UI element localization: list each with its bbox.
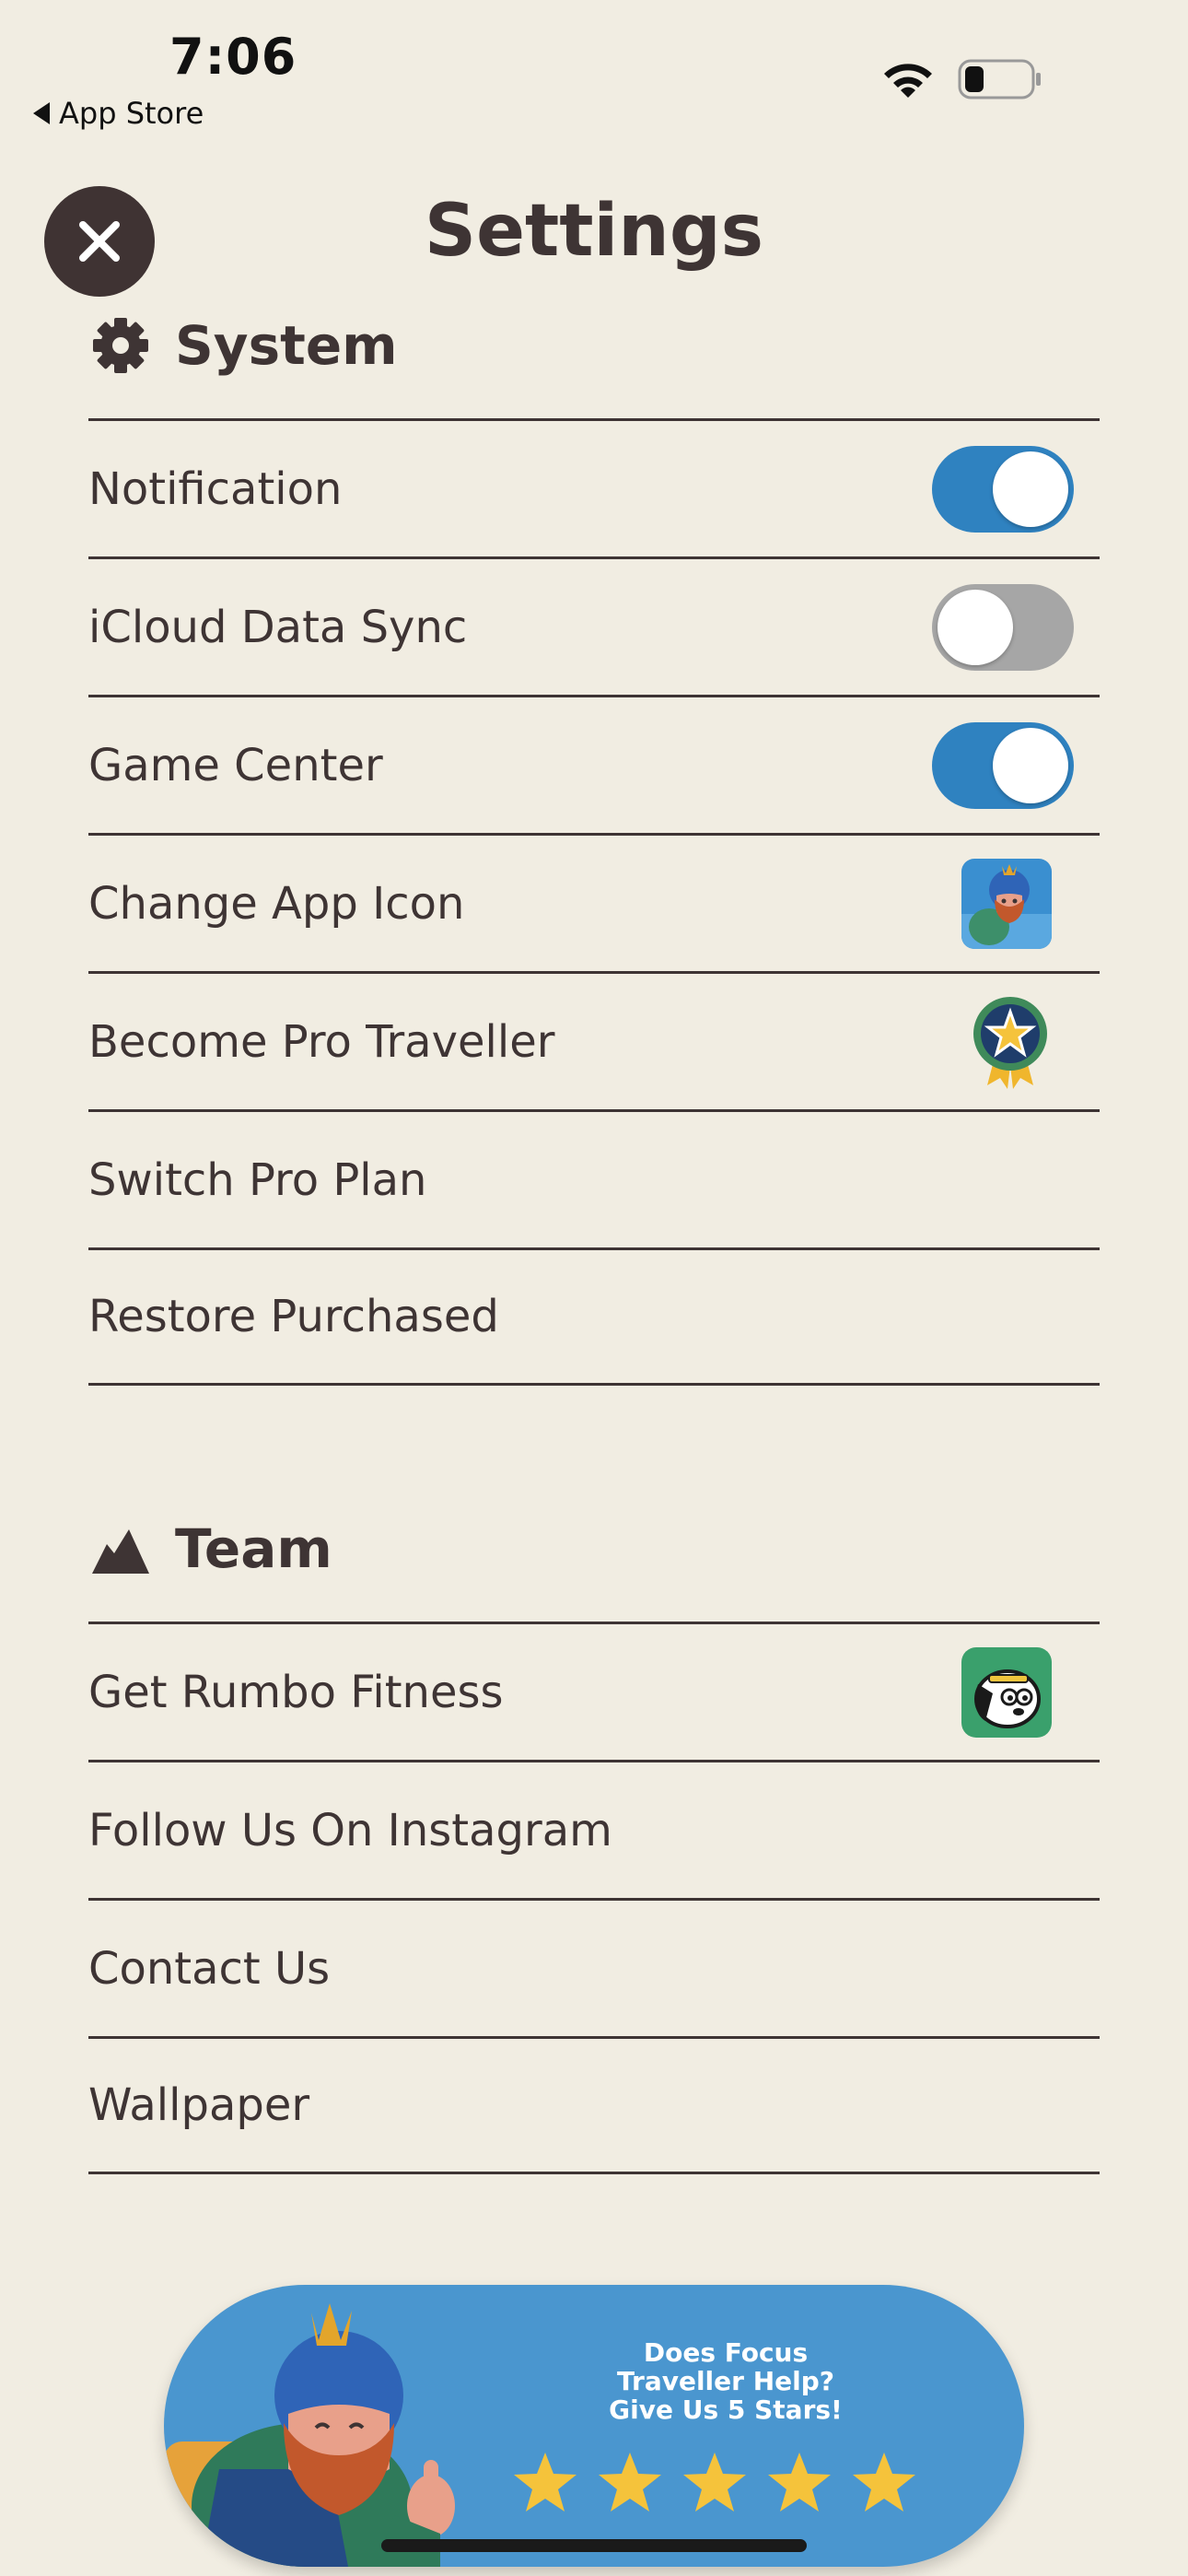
home-indicator[interactable] <box>381 2539 807 2552</box>
star-rating[interactable] <box>512 2449 917 2515</box>
page-title: Settings <box>424 190 764 273</box>
pro-badge-icon <box>973 996 1047 1089</box>
traveller-character-illustration <box>164 2303 455 2567</box>
team-label: Get Rumbo Fitness <box>88 1666 504 1718</box>
team-label: Contact Us <box>88 1942 331 1995</box>
team-label: Wallpaper <box>88 2079 310 2131</box>
team-label: Follow Us On Instagram <box>88 1804 612 1856</box>
rate-us-text: Does Focus Traveller Help? Give Us 5 Sta… <box>551 2338 901 2424</box>
wifi-icon <box>884 64 932 98</box>
rate-us-line-1: Does Focus <box>643 2337 809 2368</box>
setting-row-restore-purchased[interactable]: Restore Purchased <box>88 1247 1100 1386</box>
setting-label: Notification <box>88 463 343 515</box>
notification-toggle[interactable] <box>932 445 1074 533</box>
section-header-system: System <box>88 313 398 378</box>
back-label: App Store <box>59 96 204 131</box>
icloud-sync-toggle[interactable] <box>932 583 1074 671</box>
section-title-system: System <box>175 314 398 377</box>
star-icon[interactable] <box>681 2449 748 2515</box>
section-header-team: Team <box>88 1516 332 1581</box>
setting-label: Switch Pro Plan <box>88 1153 427 1206</box>
star-icon[interactable] <box>597 2449 663 2515</box>
game-center-toggle[interactable] <box>932 721 1074 809</box>
system-settings-list: Notification iCloud Data Sync Game Cente… <box>88 418 1100 1386</box>
battery-icon <box>958 59 1041 100</box>
team-row-instagram[interactable]: Follow Us On Instagram <box>88 1760 1100 1898</box>
setting-row-change-app-icon[interactable]: Change App Icon <box>88 833 1100 971</box>
setting-row-game-center[interactable]: Game Center <box>88 695 1100 833</box>
setting-label: Restore Purchased <box>88 1291 499 1342</box>
back-to-app-store[interactable]: App Store <box>33 96 204 131</box>
status-bar: 7:06 App Store <box>0 0 1188 138</box>
setting-row-notification[interactable]: Notification <box>88 418 1100 556</box>
setting-row-icloud-sync[interactable]: iCloud Data Sync <box>88 556 1100 695</box>
team-row-contact-us[interactable]: Contact Us <box>88 1898 1100 2036</box>
setting-label: Become Pro Traveller <box>88 1015 555 1068</box>
rumbo-app-icon <box>961 1646 1052 1738</box>
app-icon-thumbnail <box>961 858 1052 949</box>
rate-us-banner[interactable]: Does Focus Traveller Help? Give Us 5 Sta… <box>164 2285 1024 2567</box>
setting-row-switch-pro-plan[interactable]: Switch Pro Plan <box>88 1109 1100 1247</box>
setting-label: Game Center <box>88 739 383 791</box>
status-time: 7:06 <box>169 28 297 86</box>
team-row-wallpaper[interactable]: Wallpaper <box>88 2036 1100 2174</box>
team-list: Get Rumbo Fitness Follow Us On Instagram… <box>88 1622 1100 2174</box>
setting-label: iCloud Data Sync <box>88 601 468 653</box>
section-title-team: Team <box>175 1517 332 1580</box>
setting-label: Change App Icon <box>88 877 465 930</box>
setting-row-become-pro[interactable]: Become Pro Traveller <box>88 971 1100 1109</box>
team-row-rumbo-fitness[interactable]: Get Rumbo Fitness <box>88 1622 1100 1760</box>
back-arrow-icon <box>33 102 50 124</box>
rate-us-line-2: Traveller Help? <box>616 2366 835 2396</box>
rate-us-line-3: Give Us 5 Stars! <box>609 2395 843 2425</box>
mountain-icon <box>92 1529 149 1574</box>
gear-icon <box>93 318 148 373</box>
star-icon[interactable] <box>512 2449 578 2515</box>
star-icon[interactable] <box>851 2449 917 2515</box>
star-icon[interactable] <box>766 2449 833 2515</box>
